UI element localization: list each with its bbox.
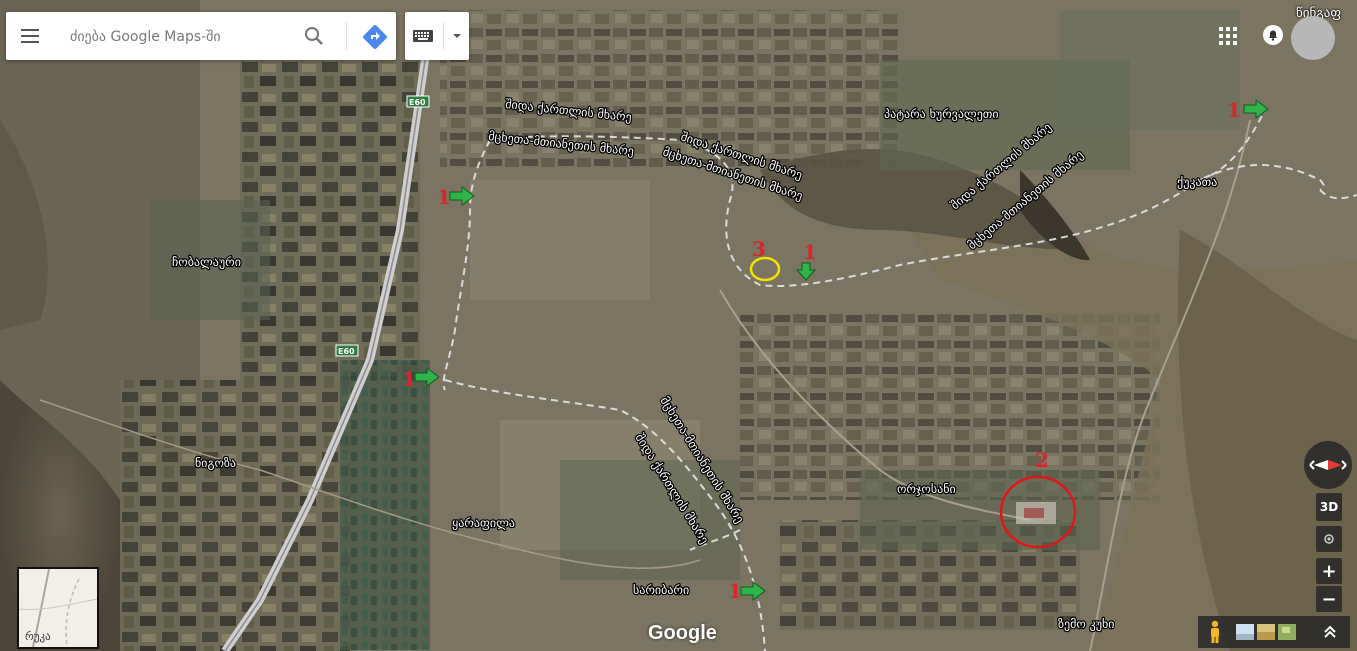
divider (443, 22, 444, 50)
keyboard-icon[interactable] (411, 24, 435, 48)
minimap-label: რუკა (25, 630, 51, 643)
pegman-icon[interactable] (1206, 620, 1224, 644)
google-logo: Google (648, 622, 717, 644)
menu-icon[interactable] (18, 24, 42, 48)
search-box (6, 12, 396, 60)
satellite-map[interactable]: ჩობალაური ნიგოზა ყარაფილა სარიბარი ორჯოს… (0, 0, 1357, 651)
tilt-3d-button[interactable]: 3D (1316, 493, 1342, 521)
marker-number: 1 (437, 185, 451, 209)
marker-number: 1 (402, 367, 416, 391)
compass-icon[interactable] (1304, 441, 1352, 489)
place-label: სარიბარი (633, 583, 689, 597)
my-location-icon (1324, 534, 1334, 544)
chevron-down-icon[interactable] (449, 28, 465, 44)
place-label: ზემო კუხი (1058, 617, 1115, 631)
road-label: E60 (338, 347, 355, 356)
marker-number: 2 (1035, 448, 1049, 472)
double-chevron-up-icon[interactable] (1320, 622, 1340, 642)
place-label: პატარა ხურვალეთი (884, 107, 999, 121)
divider (346, 22, 347, 50)
bottom-toolbar (1198, 616, 1350, 648)
place-label: ორჯოსანი (897, 482, 956, 496)
input-tools-box (405, 12, 469, 60)
place-label: ქუკათა (1177, 175, 1217, 189)
my-location-button[interactable] (1316, 526, 1342, 552)
apps-grid-icon[interactable] (1218, 26, 1238, 46)
search-input[interactable] (68, 22, 302, 52)
avatar[interactable] (1291, 16, 1335, 60)
map-type-thumbnail[interactable]: რუკა (17, 567, 99, 649)
marker-number: 1 (728, 579, 742, 603)
place-label: ნიგოზა (195, 456, 236, 470)
zoom-out-button[interactable]: − (1316, 586, 1342, 612)
directions-icon[interactable] (362, 24, 388, 50)
search-icon[interactable] (302, 24, 326, 48)
zoom-in-button[interactable]: + (1316, 558, 1342, 584)
imagery-thumbnails[interactable] (1236, 624, 1298, 640)
marker-number: 1 (803, 240, 817, 264)
place-label: ჩობალაური (172, 255, 241, 269)
road-label: E60 (409, 98, 426, 107)
bell-icon[interactable] (1262, 24, 1284, 46)
place-label: ყარაფილა (452, 516, 515, 530)
